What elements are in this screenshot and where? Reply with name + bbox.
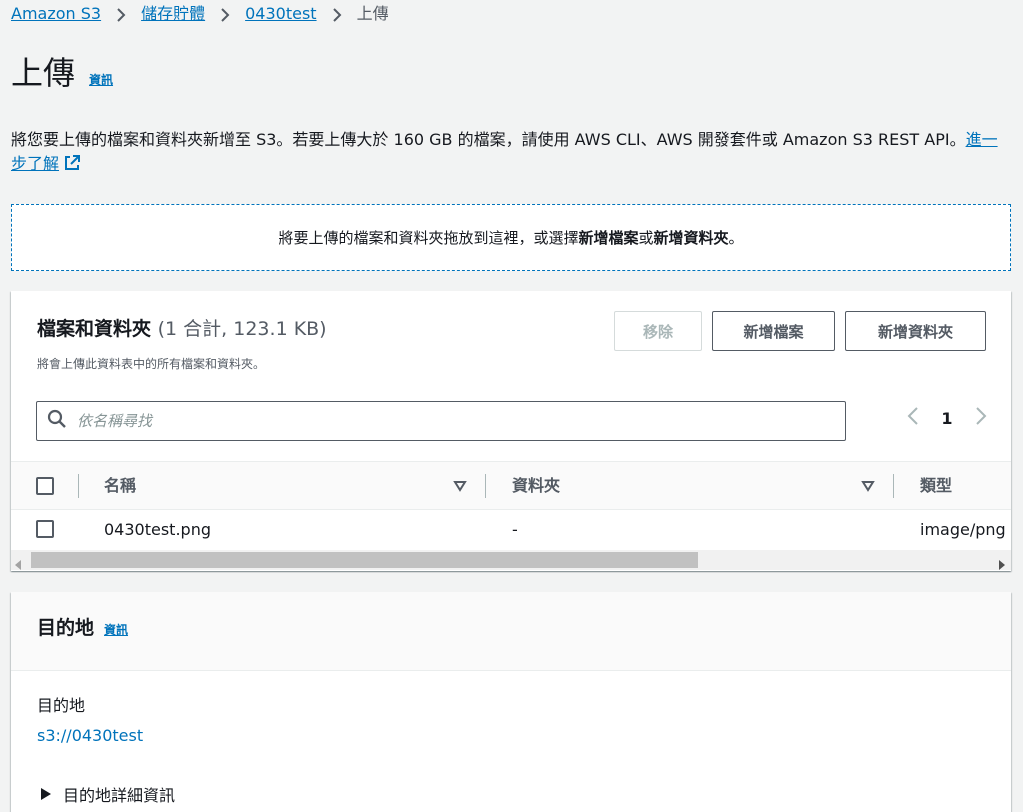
drop-zone[interactable]: 將要上傳的檔案和資料夾拖放到這裡，或選擇 新增檔案或新增資料夾。 <box>11 204 1011 271</box>
chevron-right-icon <box>205 2 245 26</box>
dropzone-add-files-text: 新增檔案 <box>578 229 639 247</box>
caret-right-icon <box>41 785 51 804</box>
files-panel-title: 檔案和資料夾 (1 合計, 123.1 KB) <box>37 315 327 343</box>
dropzone-or-text: 或 <box>638 229 654 247</box>
sort-down-icon[interactable] <box>861 478 875 497</box>
destination-info-link[interactable]: 資訊 <box>104 616 128 644</box>
files-count: (1 合計, 123.1 KB) <box>157 318 327 340</box>
breadcrumb-amazon-s3[interactable]: Amazon S3 <box>11 2 101 26</box>
destination-value-link[interactable]: s3://0430test <box>37 726 143 745</box>
chevron-right-icon <box>317 2 357 26</box>
files-panel: 檔案和資料夾 (1 合計, 123.1 KB) 將會上傳此資料表中的所有檔案和資… <box>11 291 1011 571</box>
breadcrumb-bucket-0430test[interactable]: 0430test <box>245 2 316 26</box>
column-divider[interactable] <box>893 474 894 498</box>
column-divider[interactable] <box>485 474 486 498</box>
select-all-checkbox[interactable] <box>36 477 54 495</box>
breadcrumb-current: 上傳 <box>356 4 389 23</box>
search-icon <box>47 409 67 433</box>
cell-folder: - <box>512 520 518 539</box>
scroll-right-icon[interactable] <box>999 555 1005 574</box>
next-page-icon[interactable] <box>964 406 998 430</box>
files-table: 名稱 資料夾 類型 0430test.png - image/png <box>11 461 1011 550</box>
description-text: 將您要上傳的檔案和資料夾新增至 S3。若要上傳大於 160 GB 的檔案，請使用… <box>11 130 966 149</box>
files-panel-subtitle: 將會上傳此資料表中的所有檔案和資料夾。 <box>37 357 266 371</box>
column-header-name[interactable]: 名稱 <box>104 474 136 498</box>
dropzone-suffix: 。 <box>728 229 744 247</box>
remove-button[interactable]: 移除 <box>614 311 702 351</box>
chevron-right-icon <box>101 2 141 26</box>
search-input[interactable] <box>77 412 817 430</box>
destination-details-label: 目的地詳細資訊 <box>63 786 176 805</box>
cell-name: 0430test.png <box>104 520 211 539</box>
dropzone-text: 將要上傳的檔案和資料夾拖放到這裡，或選擇 <box>278 229 579 247</box>
breadcrumb-buckets[interactable]: 儲存貯體 <box>141 2 205 26</box>
destination-header: 目的地 資訊 <box>11 592 1011 671</box>
external-link-icon <box>63 154 81 179</box>
files-panel-header: 檔案和資料夾 (1 合計, 123.1 KB) 將會上傳此資料表中的所有檔案和資… <box>11 291 1011 401</box>
column-header-type[interactable]: 類型 <box>920 474 952 498</box>
cell-type: image/png <box>920 520 1006 539</box>
destination-title: 目的地 資訊 <box>37 614 128 644</box>
destination-title-text: 目的地 <box>37 617 95 639</box>
scrollbar-thumb[interactable] <box>31 552 698 568</box>
page-number[interactable]: 1 <box>930 409 964 428</box>
page-description: 將您要上傳的檔案和資料夾新增至 S3。若要上傳大於 160 GB 的檔案，請使用… <box>11 128 1001 179</box>
files-title-text: 檔案和資料夾 <box>37 318 152 340</box>
table-header: 名稱 資料夾 類型 <box>11 461 1011 510</box>
horizontal-scrollbar[interactable] <box>11 550 1011 570</box>
pagination: 1 <box>896 406 998 430</box>
add-folder-button[interactable]: 新增資料夾 <box>845 311 986 351</box>
table-row[interactable]: 0430test.png - image/png <box>11 510 1011 550</box>
page-title: 上傳 <box>11 54 76 92</box>
add-files-button[interactable]: 新增檔案 <box>712 311 835 351</box>
info-link[interactable]: 資訊 <box>89 71 113 88</box>
column-header-folder[interactable]: 資料夾 <box>512 474 560 498</box>
search-field[interactable] <box>36 401 846 441</box>
breadcrumb: Amazon S3 儲存貯體 0430test 上傳 <box>11 2 389 26</box>
scroll-left-icon[interactable] <box>15 555 21 574</box>
row-checkbox[interactable] <box>36 520 54 538</box>
sort-down-icon[interactable] <box>453 478 467 497</box>
previous-page-icon[interactable] <box>896 406 930 430</box>
page-header: 上傳 資訊 <box>11 52 113 94</box>
destination-label: 目的地 <box>37 696 86 715</box>
column-divider <box>78 474 79 498</box>
dropzone-add-folder-text: 新增資料夾 <box>653 229 729 247</box>
destination-panel: 目的地 資訊 目的地 s3://0430test 目的地詳細資訊 <box>11 592 1011 812</box>
destination-details-expander[interactable]: 目的地詳細資訊 <box>41 782 175 806</box>
